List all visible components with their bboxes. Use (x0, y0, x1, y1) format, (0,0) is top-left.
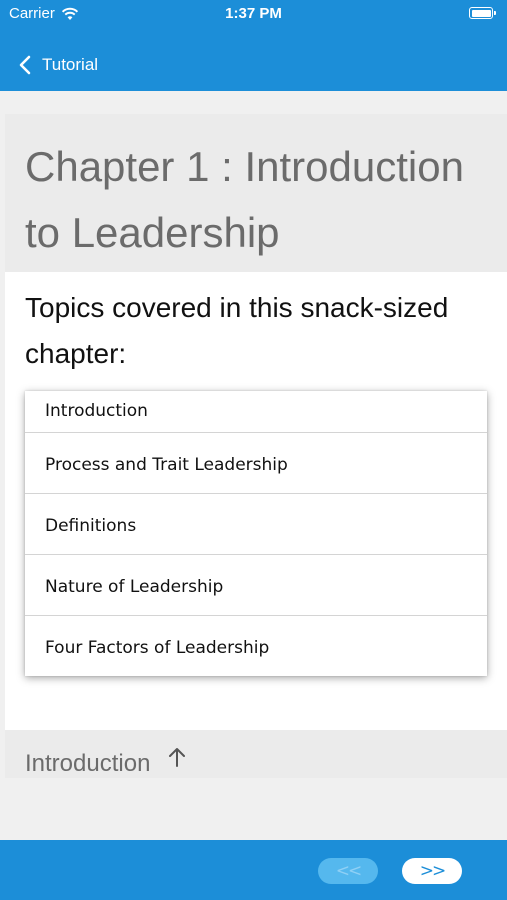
next-button[interactable]: >> (402, 858, 462, 884)
topic-label: Process and Trait Leadership (45, 455, 288, 475)
battery-icon (469, 7, 496, 19)
back-button[interactable]: Tutorial (18, 50, 98, 80)
chapter-title-block: Chapter 1 : Introduction to Leadership (5, 114, 507, 272)
topic-item-nature-of-leadership[interactable]: Nature of Leadership (25, 555, 487, 616)
topic-label: Nature of Leadership (45, 577, 224, 597)
topic-list: Introduction Process and Trait Leadershi… (25, 391, 487, 676)
back-button-label: Tutorial (42, 55, 99, 74)
topic-label: Definitions (45, 516, 137, 536)
topic-item-process-and-trait-leadership[interactable]: Process and Trait Leadership (25, 433, 487, 494)
up-arrow-icon[interactable] (166, 746, 188, 768)
topic-item-four-factors-of-leadership[interactable]: Four Factors of Leadership (25, 616, 487, 658)
status-time: 1:37 PM (225, 5, 282, 22)
chevron-left-icon (19, 55, 31, 75)
previous-button[interactable]: << (318, 858, 378, 884)
bottom-toolbar: << >> (0, 840, 507, 900)
topic-item-introduction[interactable]: Introduction (25, 391, 487, 433)
topic-item-definitions[interactable]: Definitions (25, 494, 487, 555)
topic-label: Four Factors of Leadership (45, 638, 270, 658)
section-header: Introduction (5, 730, 507, 778)
status-bar: Carrier 1:37 PM (0, 0, 507, 28)
topics-intro: Topics covered in this snack-sized chapt… (25, 292, 449, 369)
topic-label: Introduction (45, 401, 148, 421)
chapter-title: Chapter 1 : Introduction to Leadership (25, 143, 464, 256)
section-title: Introduction (25, 750, 151, 777)
app-header: Carrier 1:37 PM Tutorial (0, 0, 507, 91)
